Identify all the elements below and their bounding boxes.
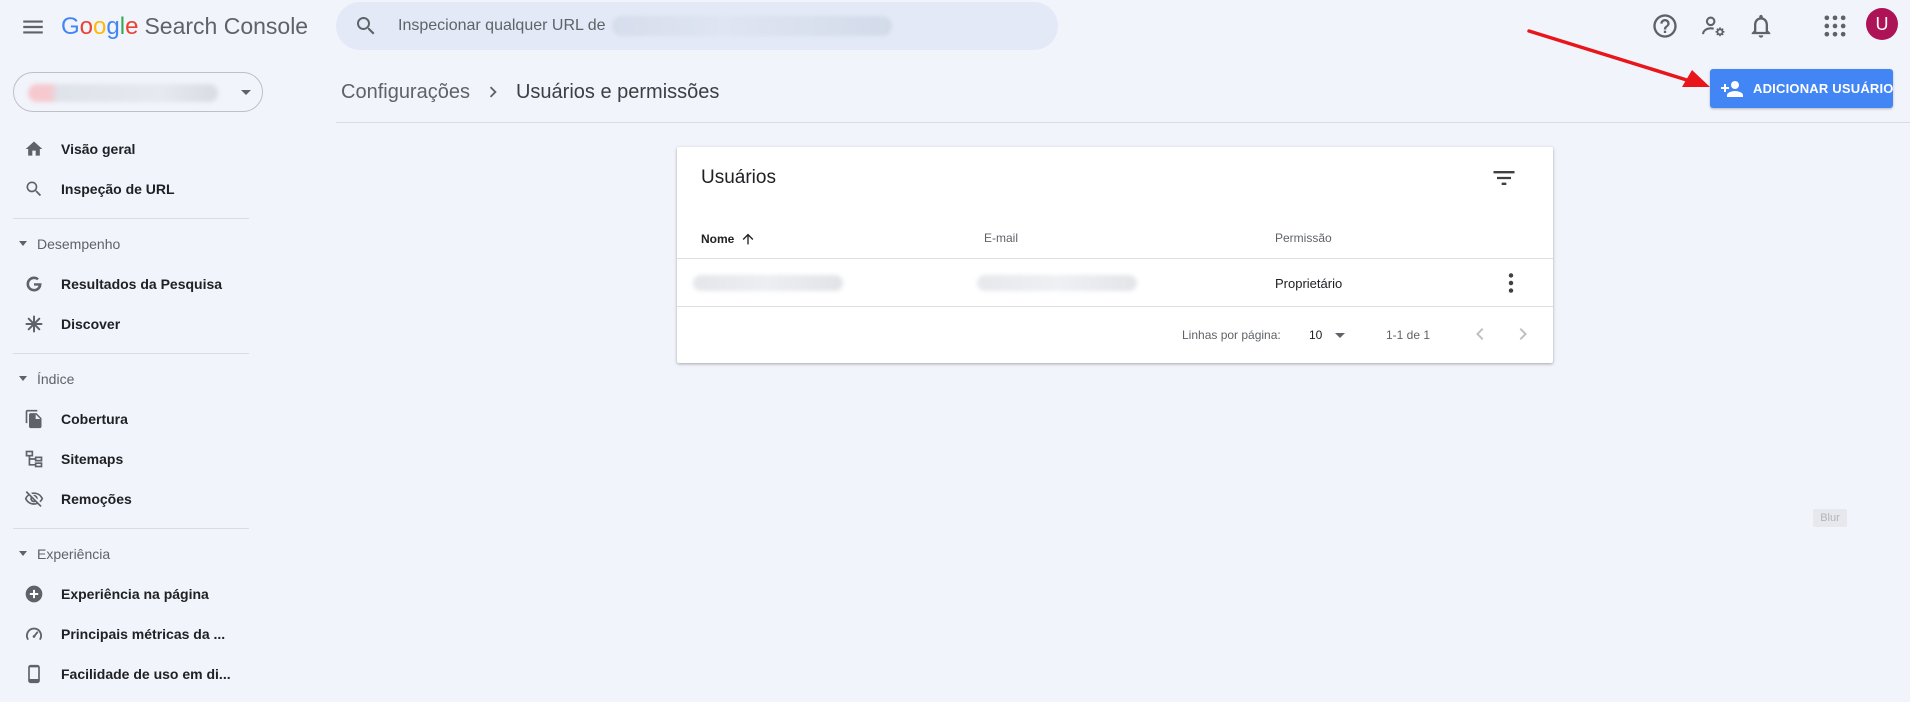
file-copy-icon: [24, 409, 44, 429]
main-menu-icon[interactable]: [20, 14, 46, 40]
sidebar-item-label: Visão geral: [61, 141, 136, 157]
notifications-icon[interactable]: [1747, 12, 1775, 40]
google-search-console-logo[interactable]: Google Search Console: [61, 13, 308, 43]
chevron-left-icon[interactable]: [1468, 322, 1492, 346]
column-header-name[interactable]: Nome: [701, 231, 756, 247]
page-title: Usuários e permissões: [515, 80, 720, 103]
dropdown-caret-icon[interactable]: [1335, 333, 1345, 338]
header-divider: [336, 122, 1910, 123]
sidebar-item-label: Inspeção de URL: [61, 181, 175, 197]
sidebar-item-url-inspection[interactable]: Inspeção de URL: [0, 169, 260, 209]
blurred-property-name: [28, 84, 218, 102]
search-icon: [354, 14, 378, 38]
collapse-arrow-icon: [19, 241, 27, 246]
sidebar-section-title: Experiência: [37, 546, 111, 562]
logo-letter: o: [79, 13, 94, 40]
home-icon: [24, 139, 44, 159]
breadcrumb-settings[interactable]: Configurações: [341, 81, 470, 104]
sidebar-item-label: Cobertura: [61, 411, 128, 427]
speed-icon: [24, 624, 44, 644]
column-header-email[interactable]: E-mail: [984, 231, 1018, 245]
sidebar-divider: [13, 218, 249, 219]
logo-letter: G: [61, 13, 80, 40]
sidebar-item-core-web-vitals[interactable]: Principais métricas da ...: [0, 614, 260, 654]
sidebar-item-label: Sitemaps: [61, 451, 124, 467]
chevron-right-icon[interactable]: [1511, 322, 1535, 346]
sidebar-item-coverage[interactable]: Cobertura: [0, 399, 260, 439]
pagination: Linhas por página: 10 1-1 de 1: [677, 307, 1553, 363]
blurred-property-url: [611, 16, 892, 36]
sidebar-divider: [13, 528, 249, 529]
account-avatar[interactable]: U: [1866, 8, 1898, 40]
logo-letter: o: [93, 13, 107, 40]
blurred-user-email: [977, 275, 1137, 291]
filter-icon[interactable]: [1490, 164, 1518, 192]
add-user-button[interactable]: ADICIONAR USUÁRIO: [1710, 69, 1893, 108]
apps-icon[interactable]: [1821, 12, 1849, 40]
arrow-upward-icon: [740, 231, 756, 247]
sidebar-section-performance[interactable]: Desempenho: [0, 229, 250, 259]
google-g-icon: [24, 274, 44, 294]
person-add-icon: [1720, 77, 1744, 101]
product-name: Search Console: [144, 13, 309, 39]
sidebar-item-page-experience[interactable]: Experiência na página: [0, 574, 260, 614]
column-header-label: Nome: [701, 232, 735, 246]
sidebar-section-index[interactable]: Índice: [0, 364, 250, 394]
visibility-off-icon: [24, 489, 44, 509]
column-header-permission[interactable]: Permissão: [1275, 231, 1332, 245]
users-card: Usuários Nome E-mail Permissão Proprietá…: [677, 147, 1553, 363]
add-circle-icon: [24, 584, 44, 604]
sitemap-icon: [24, 449, 44, 469]
chevron-right-icon: [482, 81, 504, 103]
smartphone-icon: [24, 664, 44, 684]
table-row[interactable]: Proprietário: [677, 259, 1553, 307]
rows-per-page-label: Linhas por página:: [1182, 328, 1281, 342]
sidebar-section-experience[interactable]: Experiência: [0, 539, 250, 569]
sidebar-item-mobile-usability[interactable]: Facilidade de uso em di...: [0, 654, 260, 694]
blur-chip: Blur: [1813, 509, 1847, 527]
logo-letter: e: [125, 13, 139, 40]
search-icon: [24, 179, 44, 199]
blurred-user-name: [693, 275, 843, 291]
sidebar-item-sitemaps[interactable]: Sitemaps: [0, 439, 260, 479]
sidebar-item-label: Principais métricas da ...: [61, 626, 226, 642]
sidebar-item-label: Discover: [61, 316, 121, 332]
sidebar-item-label: Resultados da Pesquisa: [61, 276, 223, 292]
more-vert-icon[interactable]: [1497, 269, 1525, 297]
sidebar-item-search-results[interactable]: Resultados da Pesquisa: [0, 264, 260, 304]
breadcrumb: Configurações Usuários e permissões: [341, 78, 719, 106]
sidebar-divider: [13, 353, 249, 354]
sidebar-item-label: Facilidade de uso em di...: [61, 666, 231, 682]
property-selector[interactable]: [13, 72, 263, 112]
logo-letter: g: [106, 13, 120, 40]
sidebar-item-discover[interactable]: Discover: [0, 304, 260, 344]
sidebar-item-overview[interactable]: Visão geral: [0, 129, 260, 169]
rows-per-page-value[interactable]: 10: [1309, 328, 1322, 342]
sidebar-item-label: Experiência na página: [61, 586, 209, 602]
sidebar-item-removals[interactable]: Remoções: [0, 479, 260, 519]
search-placeholder[interactable]: Inspecionar qualquer URL de: [398, 17, 606, 35]
sidebar-section-title: Desempenho: [37, 236, 121, 252]
sidebar-item-label: Remoções: [61, 491, 132, 507]
annotation-arrow: [1527, 29, 1710, 87]
url-inspection-search-bar[interactable]: Inspecionar qualquer URL de: [336, 2, 1058, 50]
users-card-title: Usuários: [701, 167, 776, 188]
asterisk-icon: [24, 314, 44, 334]
collapse-arrow-icon: [19, 551, 27, 556]
sidebar-section-title: Índice: [37, 371, 75, 387]
collapse-arrow-icon: [19, 376, 27, 381]
dropdown-caret-icon: [241, 90, 251, 95]
add-user-label: ADICIONAR USUÁRIO: [1753, 81, 1894, 96]
user-permission: Proprietário: [1275, 276, 1343, 291]
pagination-range: 1-1 de 1: [1386, 328, 1431, 342]
